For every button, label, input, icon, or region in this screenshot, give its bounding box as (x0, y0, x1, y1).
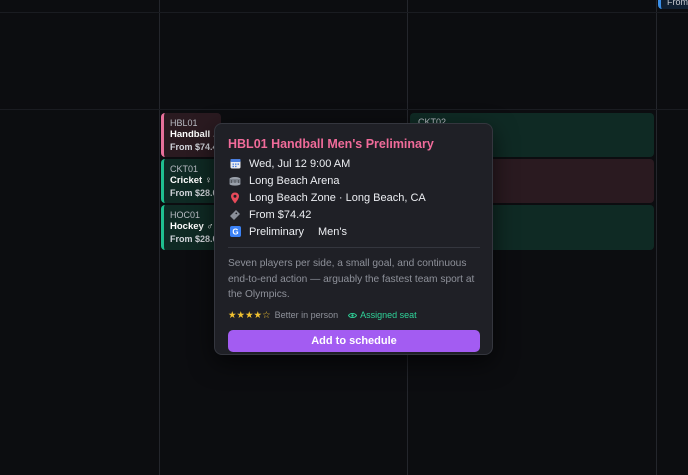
grid-line (656, 0, 657, 475)
event-chip-code: HBL01 (170, 118, 198, 128)
grid-line (0, 12, 688, 13)
event-chip-price: From $74.4… (170, 142, 221, 152)
round-row: G Preliminary Men's (228, 223, 480, 240)
divider (228, 247, 480, 248)
event-chip-name: Cricket ♀ (170, 175, 212, 186)
popover-venue: Long Beach Arena (249, 174, 340, 187)
svg-text:G: G (232, 228, 238, 237)
zone-row: Long Beach Zone · Long Beach, CA (228, 189, 480, 206)
pin-icon (228, 192, 242, 204)
popover-zone: Long Beach Zone · Long Beach, CA (249, 191, 426, 204)
popover-description: Seven players per side, a small goal, an… (228, 258, 475, 300)
popover-gender: Men's (318, 225, 348, 238)
stadium-icon (228, 175, 242, 187)
event-chip-ckt01[interactable]: CKT01 Cricket ♀ From $28.0… (161, 159, 221, 203)
event-chip-name: Hockey ♂ (170, 221, 214, 232)
popover-meta: ★★★★☆ Better in person Assigned seat (228, 309, 480, 322)
event-chip-name: Handball … (170, 129, 221, 140)
seat-label: Assigned seat (360, 310, 417, 320)
rating-label: Better in person (274, 310, 339, 320)
eye-icon (348, 312, 358, 319)
round-badge-icon: G (228, 226, 242, 238)
datetime-row: Wed, Jul 12 9:00 AM (228, 155, 480, 172)
event-chip-top-right[interactable]: From (658, 0, 688, 9)
event-chip-price: From (667, 0, 688, 7)
popover-price: From $74.42 (249, 208, 312, 221)
event-chip-price: From $28.0… (170, 188, 221, 198)
event-chip-price: From $28.0… (170, 234, 221, 244)
event-chip-code: CKT01 (170, 164, 199, 174)
grid-line (0, 109, 688, 110)
rating-stars: ★★★★☆ (228, 309, 271, 321)
calendar-icon (228, 158, 242, 170)
ticket-icon (228, 209, 242, 221)
event-chip-hbl01[interactable]: HBL01 Handball … From $74.4… (161, 113, 221, 157)
seat-info: Assigned seat (348, 310, 417, 320)
event-popover: HBL01 Handball Men's Preliminary Wed, Ju… (214, 123, 493, 355)
venue-row: Long Beach Arena (228, 172, 480, 189)
event-chip-code: HOC01 (170, 210, 201, 220)
grid-line (159, 0, 160, 475)
price-row: From $74.42 (228, 206, 480, 223)
popover-round: Preliminary (249, 225, 305, 238)
event-chip-hoc01[interactable]: HOC01 Hockey ♂ From $28.0… (161, 205, 221, 250)
add-to-schedule-button[interactable]: Add to schedule (228, 329, 480, 352)
popover-title: HBL01 Handball Men's Preliminary (228, 137, 434, 151)
popover-datetime: Wed, Jul 12 9:00 AM (249, 157, 351, 170)
